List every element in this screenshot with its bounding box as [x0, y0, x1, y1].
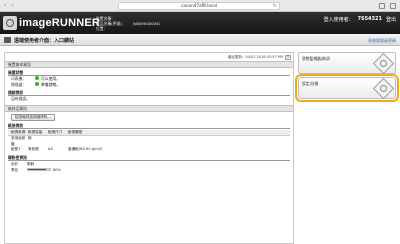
logo-text: imageRUNNER	[19, 17, 101, 29]
table-row: 多用途紙盤 無	[8, 136, 290, 147]
portal-icon	[4, 37, 11, 43]
paper-level: 無	[28, 136, 32, 140]
toner-level: 80%	[53, 167, 61, 172]
paper-level: 有紙張	[28, 147, 39, 151]
scanner-label: 掃描器：	[11, 82, 27, 87]
paper-size: A4	[48, 147, 53, 151]
toner-level-bar	[27, 168, 51, 171]
admin-password-link[interactable]: 系統管理員密碼	[368, 38, 396, 44]
scanner-status: 準備就緒。	[41, 82, 60, 87]
logo-icon	[3, 16, 17, 30]
column-header: 剩餘	[27, 161, 35, 166]
share-icon[interactable]	[379, 3, 385, 9]
column-header: 紙張來源	[11, 130, 26, 134]
status-monitor-button[interactable]: 狀態監視器/取消	[298, 52, 396, 75]
device-info: 裝置名稱： 產品名稱(序號)： (WDHX00004) 位置：	[96, 16, 160, 31]
browser-nav: ‹ ›	[4, 3, 14, 9]
cartridge-color: 黑色	[11, 167, 19, 172]
settings-label: 設定/註冊	[302, 81, 319, 86]
status-monitor-icon	[372, 52, 395, 75]
paper-size	[48, 136, 68, 147]
column-header: 紙張類型	[68, 130, 83, 134]
user-info: 登入使用者： 7654321 登出	[324, 16, 396, 23]
settings-icon	[372, 77, 395, 100]
side-panel: 狀態監視器/取消 設定/註冊	[295, 52, 399, 102]
paper-type	[68, 136, 290, 147]
cartridge-row: 黑色 80%	[5, 167, 293, 173]
scanner-status-row: 掃描器： 準備就緒。	[5, 82, 293, 88]
refresh-button[interactable]: ⟳	[285, 54, 291, 60]
update-bar: 最近更新：04/01 2016 03:57 PM ⟳	[5, 53, 293, 61]
reload-icon[interactable]: ↻	[273, 3, 277, 9]
login-user-label: 登入使用者：	[323, 17, 354, 23]
paper-source: 紙匣1	[11, 147, 21, 151]
status-ok-icon	[35, 82, 39, 86]
product-name-value: (WDHX00004)	[132, 21, 160, 26]
login-user-value: 7654321	[357, 16, 382, 22]
address-bar[interactable]: canon47af8.local ↻	[118, 2, 280, 10]
tabs-icon[interactable]	[390, 3, 396, 9]
logo: imageRUNNER	[3, 16, 100, 30]
status-ok-icon	[35, 76, 39, 80]
divider	[8, 128, 290, 129]
main-panel: 最近更新：04/01 2016 03:57 PM ⟳ 裝置基本資訊 裝置狀態 印…	[4, 52, 294, 244]
status-monitor-label: 狀態監視器/取消	[302, 56, 330, 61]
settings-registration-button[interactable]: 設定/註冊	[295, 74, 399, 102]
back-icon[interactable]: ‹	[4, 3, 6, 9]
browser-toolbar: ‹ › canon47af8.local ↻	[0, 0, 400, 12]
paper-source: 多用途紙盤	[11, 136, 26, 146]
check-consumables-button[interactable]: 檢查耗材品詳細資料...	[11, 114, 55, 121]
forward-icon[interactable]: ›	[11, 3, 13, 9]
consumables-info-title: 耗材品資訊	[5, 105, 293, 112]
paper-type: 普通紙(64-90 g/m2)	[68, 147, 103, 151]
toner-level-fill	[28, 169, 46, 170]
device-basic-info-title: 裝置基本資訊	[5, 61, 293, 68]
page-title: 遠端使用者介面：入口網站	[14, 38, 75, 44]
column-header: 紙張容量	[28, 130, 43, 134]
app-header: imageRUNNER 裝置名稱： 產品名稱(序號)： (WDHX00004) …	[0, 12, 400, 34]
location-label: 位置：	[96, 26, 108, 31]
paper-table: 紙張來源 紙張容量 紙張尺寸 紙張類型 多用途紙盤 無 紙匣1 有紙張 A4 普…	[8, 130, 290, 153]
column-header: 紙張尺寸	[48, 130, 63, 134]
table-row: 紙匣1 有紙張 A4 普通紙(64-90 g/m2)	[8, 147, 290, 153]
last-updated: 最近更新：04/01 2016 03:57 PM	[227, 54, 283, 59]
logout-link[interactable]: 登出	[386, 16, 396, 23]
browser-actions	[379, 3, 396, 9]
url-text: canon47af8.local	[181, 3, 217, 8]
title-bar: 遠端使用者介面：入口網站 系統管理員密碼	[0, 34, 400, 46]
